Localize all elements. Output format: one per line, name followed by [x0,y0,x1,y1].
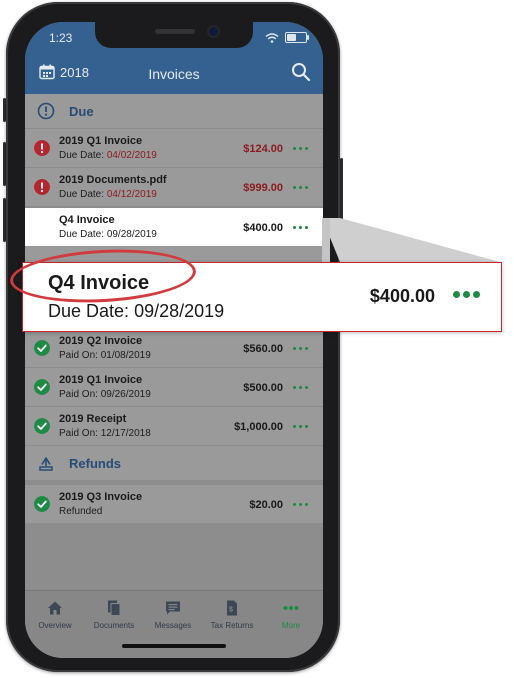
check-circle-icon [34,496,50,512]
tab-label: Overview [38,621,72,630]
invoice-subtitle: Paid On: 09/26/2019 [59,389,151,400]
due-date-label: Due Date: [59,229,105,240]
alert-circle-icon [37,102,55,120]
message-icon [166,601,180,615]
tab-messages[interactable]: Messages [143,599,203,630]
alert-icon [34,140,50,156]
due-date-value: 04/02/2019 [106,150,157,161]
phone-notch [95,22,253,48]
invoice-title: Q4 Invoice [59,214,115,226]
phone-screen: 1:23 2018 Invoices Due 2019 Q1 Invoice D… [25,22,323,658]
invoice-amount: $1,000.00 [234,421,283,433]
tab-overview[interactable]: Overview [25,599,85,630]
more-options-icon [453,291,485,299]
tab-tax-returns[interactable]: $ Tax Returns [202,599,262,630]
page-title: Invoices [148,66,200,82]
tab-label: Tax Returns [210,621,254,630]
due-date-label: Due Date: [59,150,105,161]
due-date-value: 09/28/2019 [106,229,157,240]
search-icon[interactable] [291,62,311,82]
more-options-icon[interactable] [293,226,311,230]
front-camera [209,27,218,36]
zoom-due-label: Due Date: [48,301,130,321]
check-circle-icon [34,418,50,434]
invoice-row[interactable]: 2019 Documents.pdf Due Date: 04/12/2019 … [25,167,323,206]
paid-on-value: 01/08/2019 [100,350,151,361]
invoice-title: 2019 Q1 Invoice [59,135,143,147]
invoice-amount: $999.00 [243,182,283,194]
invoice-title: 2019 Documents.pdf [59,174,167,186]
invoice-subtitle: Due Date: 09/28/2019 [59,229,157,240]
invoice-row[interactable]: 2019 Q1 Invoice Paid On: 09/26/2019 $500… [25,367,323,406]
volume-up-button [3,142,6,186]
zoom-due-value: 09/28/2019 [134,301,225,321]
tab-label: Documents [93,621,135,630]
section-refunds-label: Refunds [69,455,121,471]
invoice-amount: $560.00 [243,343,283,355]
invoice-title: 2019 Q1 Invoice [59,374,143,386]
section-due-label: Due [69,103,94,119]
paid-on-value: 12/17/2018 [100,428,151,439]
invoice-row[interactable]: 2019 Q1 Invoice Due Date: 04/02/2019 $12… [25,128,323,167]
invoice-subtitle: Paid On: 01/08/2019 [59,350,151,361]
due-date-label: Due Date: [59,189,105,200]
tax-return-icon: $ [227,600,237,616]
home-icon [48,601,62,615]
invoice-amount: $20.00 [249,499,283,511]
zoom-subtitle: Due Date: 09/28/2019 [48,301,224,322]
tab-documents[interactable]: Documents [84,599,144,630]
invoice-amount: $400.00 [243,222,283,234]
invoice-row[interactable]: 2019 Q3 Invoice Refunded $20.00 [25,484,323,523]
more-options-icon[interactable] [293,186,311,190]
invoice-amount: $500.00 [243,382,283,394]
tab-label: More [281,621,301,630]
more-options-icon[interactable] [293,147,311,151]
paid-on-value: 09/26/2019 [100,389,151,400]
mute-switch [3,98,6,122]
invoice-title: 2019 Q2 Invoice [59,335,143,347]
check-circle-icon [34,379,50,395]
tab-label: Messages [154,621,192,630]
more-icon [283,606,299,610]
tab-more[interactable]: More [261,599,321,630]
speaker-grille [155,29,195,34]
phone-frame: 1:23 2018 Invoices Due 2019 Q1 Invoice D… [3,2,343,672]
battery-icon [285,32,309,43]
refund-icon [39,457,53,471]
documents-icon [108,600,121,616]
paid-on-label: Paid On: [59,428,98,439]
section-refunds-header: Refunds [25,446,323,480]
section-due-header: Due [25,94,323,128]
wifi-icon [265,32,279,43]
alert-icon [34,179,50,195]
paid-on-label: Paid On: [59,389,98,400]
more-options-icon[interactable] [293,347,311,351]
status-time: 1:23 [49,31,73,45]
zoom-amount: $400.00 [369,286,435,306]
invoice-row[interactable]: 2019 Q2 Invoice Paid On: 01/08/2019 $560… [25,328,323,367]
empty-list-area [25,523,323,590]
paid-on-label: Paid On: [59,350,98,361]
check-circle-icon [34,340,50,356]
home-indicator [122,644,226,648]
invoice-subtitle: Paid On: 12/17/2018 [59,428,151,439]
invoice-amount: $124.00 [243,143,283,155]
more-options-icon[interactable] [293,386,311,390]
invoice-row[interactable]: 2019 Receipt Paid On: 12/17/2018 $1,000.… [25,406,323,445]
status-icons [265,32,309,43]
invoice-subtitle: Due Date: 04/02/2019 [59,150,157,161]
invoice-row-highlighted[interactable]: Q4 Invoice Due Date: 09/28/2019 $400.00 [25,208,323,246]
power-button [340,158,343,228]
invoice-subtitle: Refunded [59,506,103,517]
svg-text:$: $ [229,607,233,614]
more-options-icon[interactable] [293,425,311,429]
more-options-icon[interactable] [293,503,311,507]
volume-down-button [3,198,6,242]
due-date-value: 04/12/2019 [106,189,157,200]
invoice-title: 2019 Receipt [59,413,127,425]
invoice-subtitle: Due Date: 04/12/2019 [59,189,157,200]
invoice-title: 2019 Q3 Invoice [59,491,143,503]
